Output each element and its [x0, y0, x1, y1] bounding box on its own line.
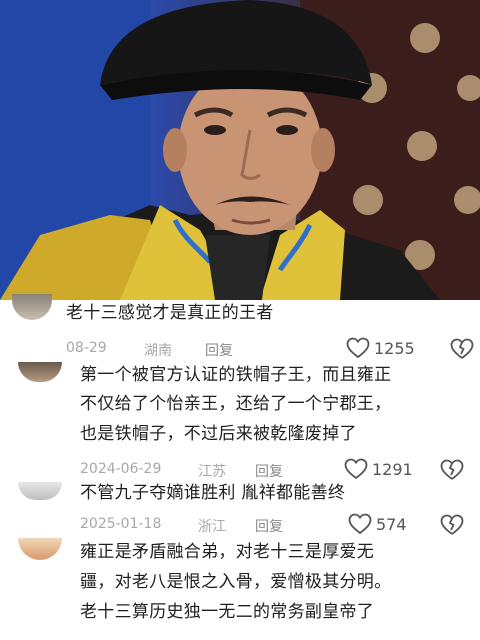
- comment-text: 雍正是矛盾融合弟，对老十三是厚爱无: [80, 542, 375, 562]
- broken-heart-icon[interactable]: [450, 338, 474, 360]
- reply-button[interactable]: 回复: [205, 340, 233, 360]
- comment-date: 08-29: [66, 340, 107, 356]
- reply-button[interactable]: 回复: [255, 461, 283, 481]
- like-count: 1291: [372, 459, 413, 479]
- heart-icon: [348, 513, 372, 535]
- like-count: 1255: [374, 338, 415, 358]
- broken-heart-icon[interactable]: [440, 514, 464, 536]
- comment-list[interactable]: 老十三感觉才是真正的王者 08-29 湖南 回复 1255 第一个被官方认证的铁…: [0, 294, 480, 640]
- video-frame: [0, 0, 480, 300]
- avatar[interactable]: [12, 294, 52, 320]
- comment-text: 老十三算历史独一无二的常务副皇帝了: [80, 602, 375, 622]
- comment-text: 也是铁帽子，不过后来被乾隆废掉了: [80, 424, 357, 444]
- heart-icon: [344, 458, 368, 480]
- drama-still-image: [0, 0, 480, 300]
- comment-text: 不仅给了个怡亲王，还给了一个宁郡王，: [80, 394, 392, 414]
- comment-text: 第一个被官方认证的铁帽子王，而且雍正: [80, 365, 392, 385]
- comment-date: 2025-01-18: [80, 516, 162, 532]
- comment-date: 2024-06-29: [80, 461, 162, 477]
- avatar[interactable]: [18, 482, 62, 500]
- comment-location: 江苏: [198, 464, 226, 480]
- comment-location: 浙江: [198, 519, 226, 535]
- comment-text: 老十三感觉才是真正的王者: [66, 303, 274, 323]
- broken-heart-icon[interactable]: [440, 459, 464, 481]
- heart-icon: [346, 337, 370, 359]
- avatar[interactable]: [18, 538, 62, 560]
- avatar[interactable]: [18, 362, 62, 382]
- comment-location: 湖南: [144, 343, 172, 359]
- like-count: 574: [376, 514, 407, 534]
- like-button[interactable]: 574: [348, 513, 407, 535]
- comment-text: 不管九子夺嫡谁胜利 胤祥都能善终: [80, 483, 346, 503]
- comment-text: 疆，对老八是恨之入骨，爱憎极其分明。: [80, 572, 392, 592]
- like-button[interactable]: 1255: [346, 337, 415, 359]
- reply-button[interactable]: 回复: [255, 516, 283, 536]
- like-button[interactable]: 1291: [344, 458, 413, 480]
